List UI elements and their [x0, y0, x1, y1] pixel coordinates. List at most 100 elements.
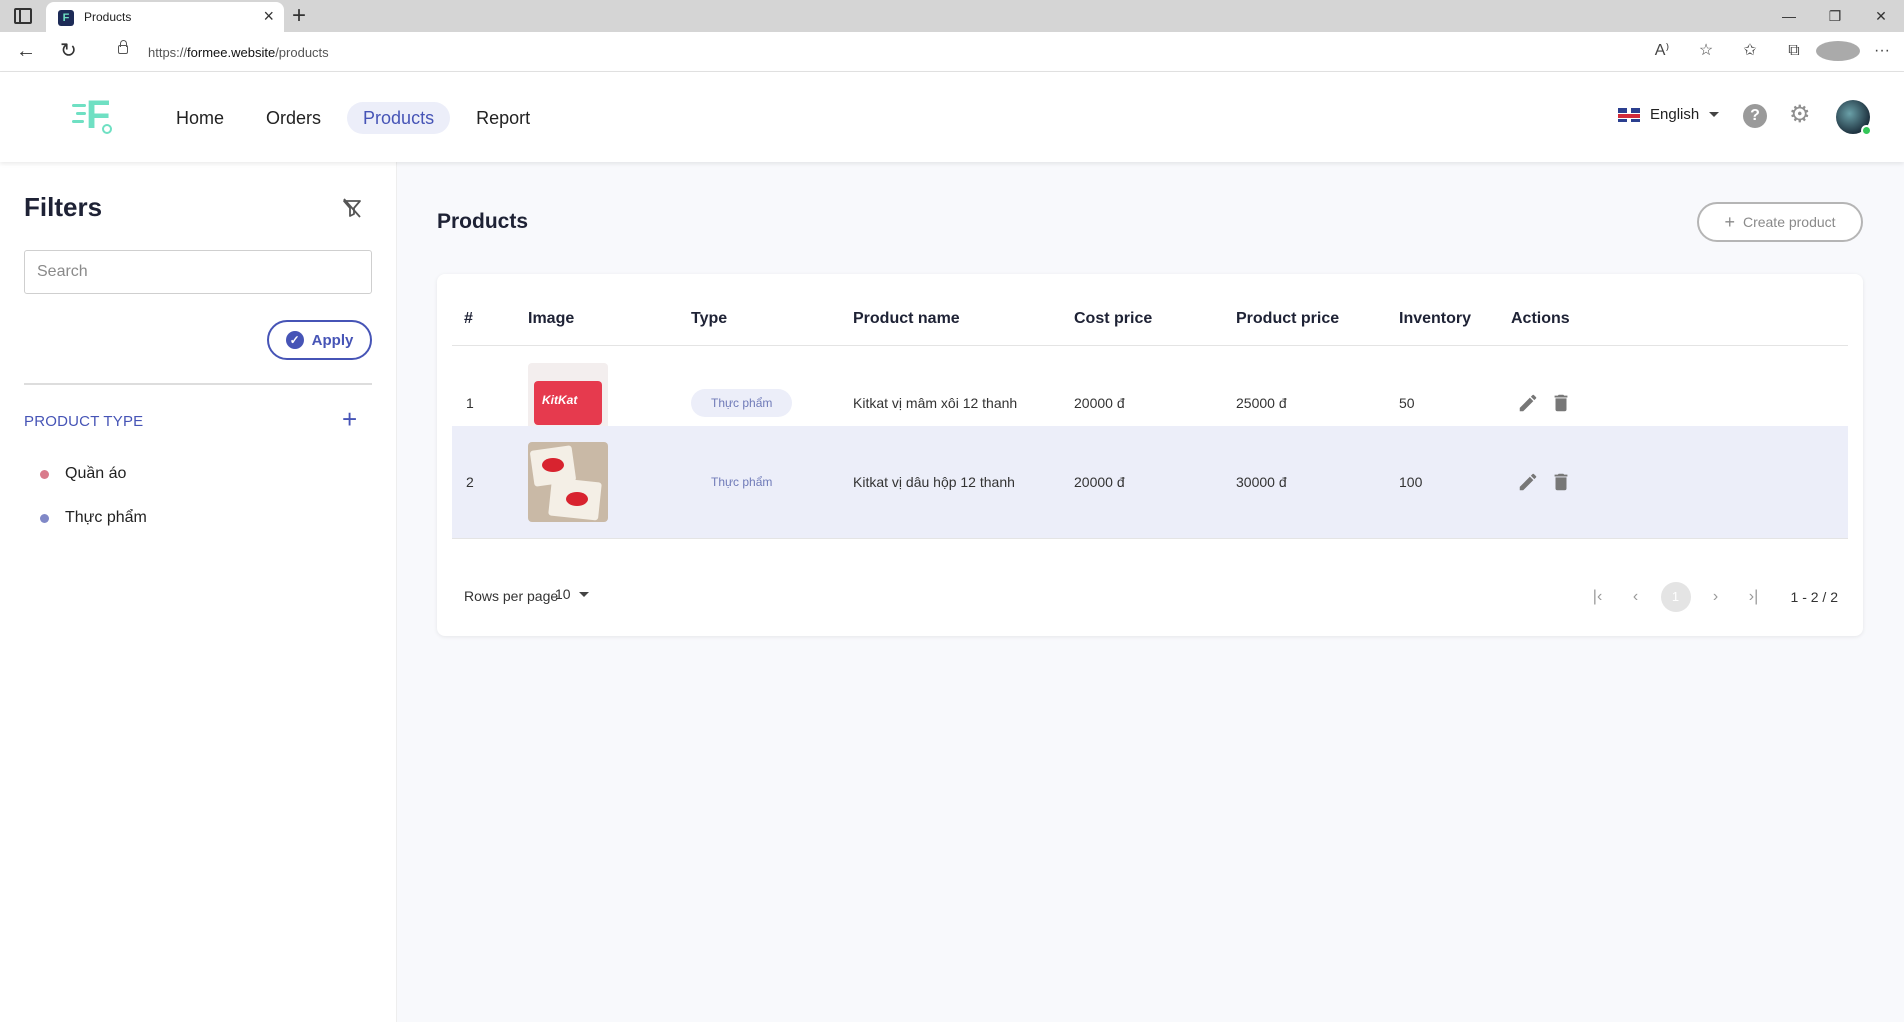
column-header: Type — [691, 310, 728, 327]
refresh-icon[interactable]: ↻ — [60, 40, 77, 62]
main-nav: Home Orders Products Report — [160, 102, 546, 134]
clear-filter-icon[interactable] — [340, 196, 364, 220]
divider — [24, 383, 372, 385]
product-type-list: Quần áo Thực phẩm — [40, 452, 147, 540]
browser-tab-bar: F Products × + — ❐ ✕ — [0, 0, 1904, 32]
delete-icon[interactable] — [1550, 392, 1572, 414]
close-tab-icon[interactable]: × — [263, 6, 274, 26]
type-color-dot — [40, 513, 49, 523]
product-type-item[interactable]: Thực phẩm — [40, 496, 147, 540]
lock-icon — [118, 40, 128, 54]
filters-title: Filters — [24, 192, 103, 222]
filters-sidebar: Filters ✓ Apply PRODUCT TYPE + Quần áo T… — [0, 162, 397, 1022]
pagination-range: 1 - 2 / 2 — [1790, 589, 1838, 605]
caret-down-icon — [578, 591, 589, 597]
collections-icon[interactable]: ⧉ — [1772, 40, 1816, 62]
favorites-icon[interactable]: ✩ — [1728, 40, 1772, 62]
prev-page-icon[interactable]: ‹ — [1617, 582, 1655, 612]
inventory: 100 — [1399, 474, 1423, 490]
create-product-label: Create product — [1742, 214, 1836, 230]
column-header: Image — [528, 310, 575, 327]
type-color-dot — [40, 469, 49, 479]
cost-price: 20000 đ — [1074, 395, 1125, 411]
table-header: # Image Type Product name Cost price Pro… — [452, 274, 1848, 346]
column-header: Actions — [1511, 310, 1570, 327]
plus-icon: + — [1724, 212, 1735, 232]
app-header: F Home Orders Products Report English ? … — [0, 72, 1904, 162]
table-footer: Rows per page 10 |‹ ‹ 1 › ›| 1 - 2 / 2 — [452, 572, 1848, 620]
nav-report[interactable]: Report — [460, 102, 546, 134]
check-icon: ✓ — [285, 331, 304, 349]
online-status-icon — [1861, 125, 1872, 136]
language-label: English — [1650, 106, 1700, 123]
edit-icon[interactable] — [1517, 392, 1539, 414]
search-input[interactable] — [24, 250, 372, 294]
delete-icon[interactable] — [1550, 471, 1572, 493]
apply-label: Apply — [311, 331, 354, 349]
nav-orders[interactable]: Orders — [250, 102, 337, 134]
cost-price: 20000 đ — [1074, 474, 1125, 490]
row-index: 1 — [466, 395, 474, 411]
product-type-label: Quần áo — [65, 465, 127, 482]
edit-icon[interactable] — [1517, 471, 1539, 493]
back-icon[interactable]: ← — [16, 40, 36, 62]
url-prefix: https:// — [148, 45, 188, 60]
product-image[interactable] — [528, 442, 608, 522]
browser-toolbar: A⁾ ☆ ✩ ⧉ ··· — [1640, 40, 1904, 62]
favicon-icon: F — [58, 10, 74, 26]
uk-flag-icon — [1618, 107, 1640, 122]
type-badge: Thực phẩm — [691, 389, 793, 417]
column-header: Product price — [1236, 310, 1340, 327]
caret-down-icon — [1709, 112, 1720, 117]
address-bar: ← ↻ https://formee.website/products A⁾ ☆… — [0, 32, 1904, 72]
column-header: # — [464, 310, 473, 327]
url-field[interactable]: https://formee.website/products — [104, 36, 1728, 68]
first-page-icon[interactable]: |‹ — [1579, 582, 1617, 612]
page-title: Products — [437, 210, 529, 233]
window-controls: — ❐ ✕ — [1766, 0, 1904, 32]
rows-per-page-select[interactable]: 10 — [555, 586, 589, 602]
next-page-icon[interactable]: › — [1697, 582, 1735, 612]
create-product-button[interactable]: + Create product — [1697, 202, 1863, 242]
profile-icon[interactable] — [1816, 40, 1860, 62]
product-type-label: Thực phẩm — [65, 509, 147, 526]
column-header: Inventory — [1399, 310, 1472, 327]
restore-icon[interactable]: ❐ — [1812, 0, 1858, 32]
page-number[interactable]: 1 — [1660, 582, 1691, 612]
product-type-heading: PRODUCT TYPE — [24, 413, 144, 430]
add-product-type-icon[interactable]: + — [342, 404, 357, 434]
column-header: Product name — [853, 310, 960, 327]
inventory: 50 — [1399, 395, 1415, 411]
close-window-icon[interactable]: ✕ — [1858, 0, 1904, 32]
nav-products[interactable]: Products — [347, 102, 451, 134]
tab-actions-icon[interactable] — [14, 8, 32, 24]
product-price: 25000 đ — [1236, 395, 1287, 411]
new-tab-icon[interactable]: + — [292, 2, 306, 30]
nav-home[interactable]: Home — [160, 102, 240, 134]
product-type-item[interactable]: Quần áo — [40, 452, 147, 496]
row-index: 2 — [466, 474, 474, 490]
add-favorite-icon[interactable]: ☆ — [1684, 40, 1728, 62]
help-icon[interactable]: ? — [1743, 104, 1767, 128]
tab-title: Products — [84, 10, 132, 24]
apply-button[interactable]: ✓ Apply — [267, 320, 372, 360]
table-row[interactable]: 2 Thực phẩm Kitkat vị dâu hộp 12 thanh 2… — [452, 426, 1848, 539]
last-page-icon[interactable]: ›| — [1735, 582, 1773, 612]
pagination: |‹ ‹ 1 › ›| 1 - 2 / 2 — [1579, 582, 1838, 612]
rows-per-page-label: Rows per page — [464, 588, 559, 604]
product-name: Kitkat vị mâm xôi 12 thanh — [853, 395, 1018, 411]
product-name: Kitkat vị dâu hộp 12 thanh — [853, 474, 1015, 490]
avatar[interactable] — [1836, 100, 1872, 136]
url-domain: formee.website — [187, 45, 276, 60]
read-aloud-icon[interactable]: A⁾ — [1640, 40, 1684, 62]
product-price: 30000 đ — [1236, 474, 1287, 490]
more-icon[interactable]: ··· — [1860, 40, 1904, 62]
url-text[interactable]: https://formee.website/products — [148, 45, 329, 60]
language-selector[interactable]: English — [1618, 106, 1720, 123]
gear-icon[interactable]: ⚙ — [1789, 102, 1811, 128]
formee-logo[interactable]: F — [72, 94, 116, 140]
minimize-icon[interactable]: — — [1766, 0, 1812, 32]
rows-per-page-value: 10 — [555, 586, 571, 602]
browser-tab[interactable]: F Products × — [46, 2, 284, 32]
column-header: Cost price — [1074, 310, 1153, 327]
